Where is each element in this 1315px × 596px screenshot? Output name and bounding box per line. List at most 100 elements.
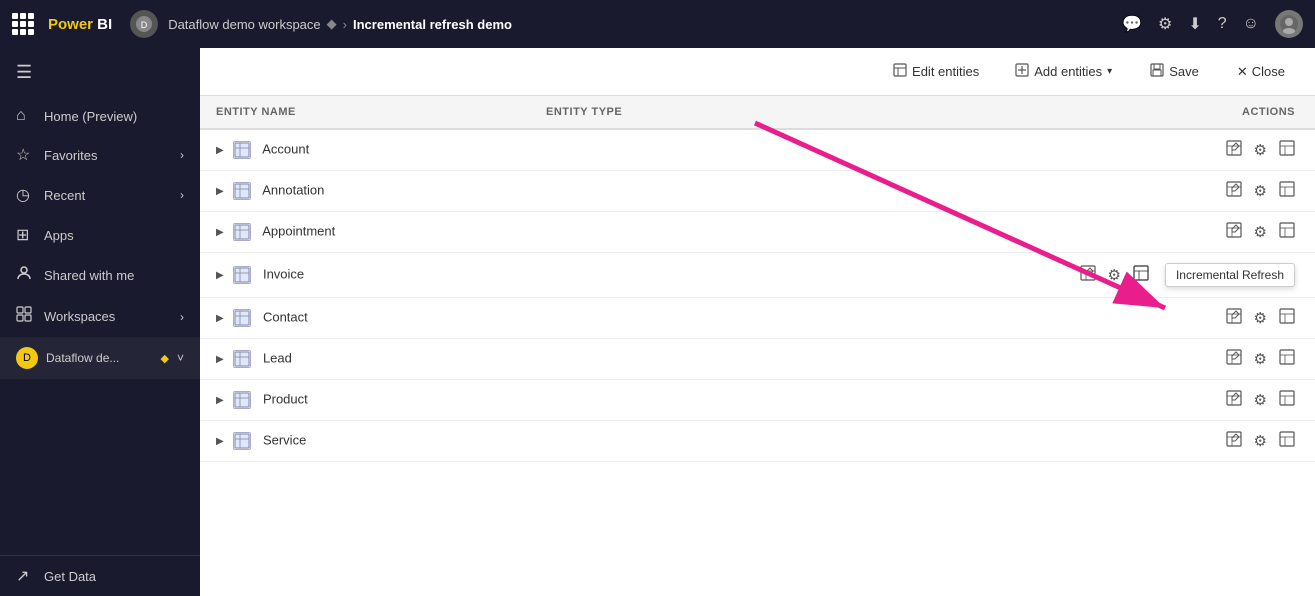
edit-query-icon[interactable] [1226, 181, 1242, 201]
col-actions: ACTIONS [766, 96, 1315, 129]
settings-action-icon[interactable]: ⚙ [1254, 182, 1267, 200]
incremental-refresh-icon[interactable] [1279, 431, 1295, 451]
workspace-avatar: D [130, 10, 158, 38]
entity-table-container: ENTITY NAME ENTITY TYPE ACTIONS ▶ Accoun… [200, 96, 1315, 596]
edit-query-icon[interactable] [1226, 222, 1242, 242]
chevron-right-icon: › [180, 188, 184, 202]
save-button[interactable]: Save [1138, 58, 1211, 85]
settings-action-icon[interactable]: ⚙ [1254, 391, 1267, 409]
entity-type [530, 339, 766, 380]
entity-name: Annotation [262, 182, 324, 197]
save-icon [1150, 63, 1164, 80]
entity-type [530, 171, 766, 212]
incremental-refresh-icon[interactable] [1279, 308, 1295, 328]
incremental-refresh-icon[interactable] [1279, 349, 1295, 369]
help-icon[interactable]: ? [1218, 15, 1227, 33]
entity-name: Lead [263, 350, 292, 365]
row-expand-icon[interactable]: ▶ [216, 270, 224, 281]
row-expand-icon[interactable]: ▶ [216, 145, 224, 156]
table-row: ▶ Product ⚙ [200, 380, 1315, 421]
settings-action-icon[interactable]: ⚙ [1254, 309, 1267, 327]
sidebar-item-get-data[interactable]: ↗ Get Data [0, 556, 200, 596]
sidebar-item-favorites[interactable]: ☆ Favorites › [0, 135, 200, 175]
chevron-right-icon: › [180, 310, 184, 324]
download-icon[interactable]: ⬇ [1188, 14, 1201, 34]
incremental-refresh-icon[interactable] [1133, 265, 1149, 285]
settings-action-icon[interactable]: ⚙ [1254, 350, 1267, 368]
settings-action-icon[interactable]: ⚙ [1254, 223, 1267, 241]
workspaces-icon [16, 306, 34, 327]
table-row: ▶ Contact ⚙ [200, 298, 1315, 339]
user-avatar[interactable] [1275, 10, 1303, 38]
settings-action-icon[interactable]: ⚙ [1254, 432, 1267, 450]
entity-type-icon [233, 350, 251, 368]
sidebar-bottom: ↗ Get Data [0, 555, 200, 596]
entity-actions: ⚙ [766, 380, 1315, 421]
table-row: ▶ Invoice ⚙ [200, 253, 1315, 298]
entity-actions: ⚙ [766, 129, 1315, 171]
svg-text:D: D [141, 20, 148, 30]
edit-query-icon[interactable] [1080, 265, 1096, 285]
incremental-refresh-icon[interactable] [1279, 390, 1295, 410]
incremental-refresh-icon[interactable] [1279, 140, 1295, 160]
home-icon: ⌂ [16, 107, 34, 125]
close-button[interactable]: ✕ Close [1227, 59, 1295, 85]
add-entities-button[interactable]: Add entities ▾ [1005, 58, 1122, 85]
entity-type [530, 380, 766, 421]
entity-type-icon [233, 223, 251, 241]
topbar-icons: 💬 ⚙ ⬇ ? ☺ [1122, 10, 1303, 38]
entity-name: Contact [263, 309, 308, 324]
chat-icon[interactable]: 💬 [1122, 14, 1142, 34]
sidebar-item-recent[interactable]: ◷ Recent › [0, 175, 200, 215]
table-row: ▶ Account ⚙ [200, 129, 1315, 171]
entity-table: ENTITY NAME ENTITY TYPE ACTIONS ▶ Accoun… [200, 96, 1315, 462]
row-expand-icon[interactable]: ▶ [216, 354, 224, 365]
row-expand-icon[interactable]: ▶ [216, 395, 224, 406]
entity-type-icon [233, 266, 251, 284]
edit-query-icon[interactable] [1226, 308, 1242, 328]
entity-type-icon [233, 141, 251, 159]
smiley-icon[interactable]: ☺ [1243, 15, 1259, 33]
row-expand-icon[interactable]: ▶ [216, 227, 224, 238]
favorites-icon: ☆ [16, 145, 34, 165]
entity-type-icon [233, 432, 251, 450]
entity-actions: ⚙ Incremental Refresh [766, 253, 1315, 298]
incremental-refresh-icon[interactable] [1279, 222, 1295, 242]
table-row: ▶ Appointment ⚙ [200, 212, 1315, 253]
edit-query-icon[interactable] [1226, 431, 1242, 451]
entity-actions: ⚙ [766, 171, 1315, 212]
settings-action-icon[interactable]: ⚙ [1254, 141, 1267, 159]
sidebar-item-home[interactable]: ⌂ Home (Preview) [0, 97, 200, 135]
topbar: Power BI D Dataflow demo workspace ◆ › I… [0, 0, 1315, 48]
table-row: ▶ Service ⚙ [200, 421, 1315, 462]
edit-entities-button[interactable]: Edit entities [883, 58, 989, 85]
shared-icon [16, 265, 34, 286]
incremental-refresh-icon[interactable] [1279, 181, 1295, 201]
row-expand-icon[interactable]: ▶ [216, 313, 224, 324]
diamond-icon: ◆ [161, 352, 169, 365]
add-entities-icon [1015, 63, 1029, 80]
edit-query-icon[interactable] [1226, 349, 1242, 369]
sidebar-item-workspaces[interactable]: Workspaces › [0, 296, 200, 337]
row-expand-icon[interactable]: ▶ [216, 186, 224, 197]
get-data-icon: ↗ [16, 566, 34, 586]
sidebar-workspace-item[interactable]: D Dataflow de... ◆ ˅ [0, 337, 200, 379]
close-x-icon: ✕ [1237, 64, 1248, 80]
sidebar-toggle[interactable]: ☰ [0, 48, 200, 97]
waffle-menu[interactable] [12, 13, 34, 35]
edit-query-icon[interactable] [1226, 390, 1242, 410]
edit-query-icon[interactable] [1226, 140, 1242, 160]
settings-action-icon[interactable]: ⚙ [1108, 266, 1121, 284]
entity-type [530, 421, 766, 462]
sidebar-item-apps[interactable]: ⊞ Apps [0, 215, 200, 255]
edit-entities-icon [893, 63, 907, 80]
entity-name: Invoice [263, 266, 304, 281]
sidebar-item-shared[interactable]: Shared with me [0, 255, 200, 296]
settings-icon[interactable]: ⚙ [1158, 14, 1172, 34]
recent-icon: ◷ [16, 185, 34, 205]
entity-type-icon [233, 309, 251, 327]
row-expand-icon[interactable]: ▶ [216, 436, 224, 447]
app-logo: Power BI [48, 16, 112, 33]
content-area: Edit entities Add entities ▾ Save ✕ Clos… [200, 48, 1315, 596]
toolbar: Edit entities Add entities ▾ Save ✕ Clos… [200, 48, 1315, 96]
